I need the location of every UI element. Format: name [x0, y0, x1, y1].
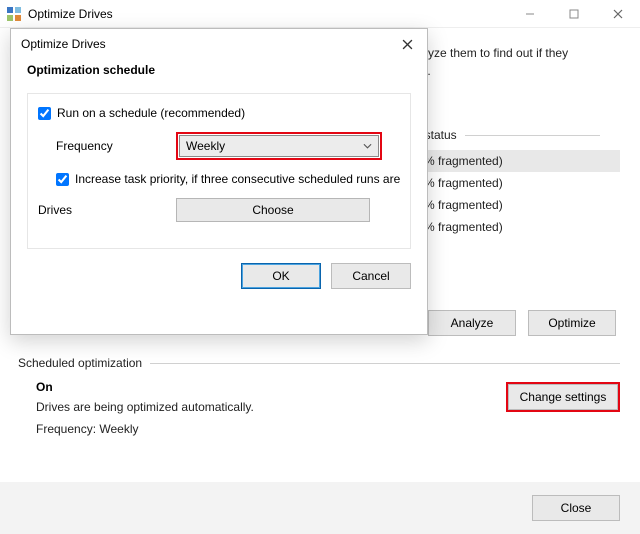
scheduled-section: Scheduled optimization On Drives are bei… — [18, 352, 620, 444]
analyze-button[interactable]: Analyze — [428, 310, 516, 336]
dialog-footer: OK Cancel — [11, 249, 427, 289]
drive-row[interactable]: % fragmented) — [418, 172, 620, 194]
dialog-title: Optimize Drives — [21, 37, 387, 51]
main-titlebar: Optimize Drives — [0, 0, 640, 28]
maximize-button[interactable] — [552, 0, 596, 28]
footer: Close — [0, 482, 640, 534]
frequency-value: Weekly — [186, 139, 225, 153]
drive-row[interactable]: % fragmented) — [418, 194, 620, 216]
intro-text: nalyze them to find out if they wn. — [400, 28, 640, 90]
drive-row[interactable]: % fragmented) — [418, 216, 620, 238]
highlight-change-settings: Change settings — [506, 382, 620, 412]
drives-label: Drives — [38, 203, 176, 217]
schedule-form: Run on a schedule (recommended) Frequenc… — [27, 93, 411, 249]
intro-line1: nalyze them to find out if they — [412, 46, 568, 60]
minimize-button[interactable] — [508, 0, 552, 28]
optimize-button[interactable]: Optimize — [528, 310, 616, 336]
status-area: t status % fragmented) % fragmented) % f… — [418, 124, 620, 238]
scheduled-on-label: On — [36, 380, 254, 394]
highlight-frequency: Weekly — [176, 132, 382, 160]
cancel-button[interactable]: Cancel — [331, 263, 411, 289]
run-on-schedule-label: Run on a schedule (recommended) — [57, 106, 245, 120]
run-on-schedule-checkbox[interactable] — [38, 107, 51, 120]
defrag-app-icon — [6, 6, 22, 22]
dialog-close-button[interactable] — [387, 29, 427, 59]
frequency-label: Frequency — [56, 139, 176, 153]
scheduled-desc: Drives are being optimized automatically… — [36, 400, 254, 414]
close-button[interactable] — [596, 0, 640, 28]
chevron-down-icon — [363, 143, 372, 149]
run-on-schedule-row[interactable]: Run on a schedule (recommended) — [38, 106, 400, 120]
close-window-button[interactable]: Close — [532, 495, 620, 521]
increase-priority-checkbox[interactable] — [56, 173, 69, 186]
frequency-select[interactable]: Weekly — [179, 135, 379, 157]
scheduled-frequency: Frequency: Weekly — [36, 422, 254, 436]
choose-drives-button[interactable]: Choose — [176, 198, 370, 222]
drive-row[interactable]: % fragmented) — [418, 150, 620, 172]
dialog-heading: Optimization schedule — [27, 63, 411, 77]
close-icon — [402, 39, 413, 50]
increase-priority-row[interactable]: Increase task priority, if three consecu… — [38, 172, 400, 186]
scheduled-legend: Scheduled optimization — [18, 356, 142, 370]
ok-button[interactable]: OK — [241, 263, 321, 289]
divider — [150, 363, 620, 364]
change-settings-button[interactable]: Change settings — [508, 384, 618, 410]
optimization-schedule-dialog: Optimize Drives Optimization schedule Ru… — [10, 28, 428, 335]
increase-priority-label: Increase task priority, if three consecu… — [75, 172, 400, 186]
optimize-drives-window: Optimize Drives nalyze them to find out … — [0, 0, 640, 534]
dialog-titlebar: Optimize Drives — [11, 29, 427, 59]
main-title: Optimize Drives — [28, 7, 508, 21]
